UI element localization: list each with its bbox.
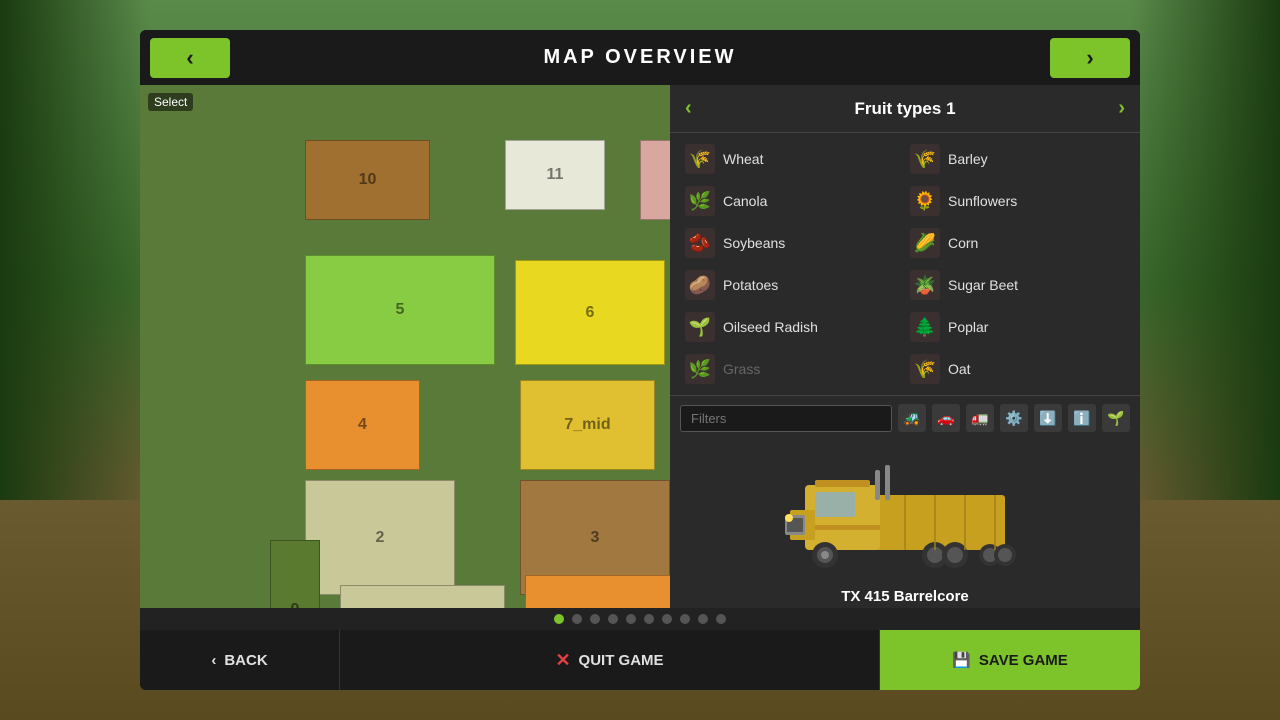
fruit-icon: 🌾 [685, 144, 715, 174]
vehicle-name: TX 415 Barrelcore [841, 588, 969, 605]
fruit-icon: 🌾 [910, 354, 940, 384]
filter-icon-tractor[interactable]: 🚜 [898, 404, 926, 432]
back-button[interactable]: ‹ BACK [140, 630, 340, 690]
fruit-item-soybeans[interactable]: 🫘 Soybeans [680, 222, 905, 264]
fruit-item-corn[interactable]: 🌽 Corn [905, 222, 1130, 264]
fruit-item-barley[interactable]: 🌾 Barley [905, 138, 1130, 180]
fruit-name: Oilseed Radish [723, 319, 818, 335]
fruit-next-button[interactable]: › [1118, 97, 1125, 120]
parcel-6[interactable]: 6 [515, 260, 665, 365]
parcel-10[interactable]: 10 [305, 140, 430, 220]
fruit-name: Oat [948, 361, 971, 377]
parcel-8[interactable]: 8 [525, 575, 670, 608]
filter-icon-truck[interactable]: 🚛 [966, 404, 994, 432]
dot-9[interactable] [716, 614, 726, 624]
fruit-name: Sunflowers [948, 193, 1017, 209]
vehicle-showcase: TX 415 Barrelcore [670, 440, 1140, 608]
parcel-7[interactable]: 7 [340, 585, 505, 608]
bg-trees-left [0, 0, 150, 500]
fruit-name: Soybeans [723, 235, 785, 251]
fruit-icon: 🥔 [685, 270, 715, 300]
parcel-9[interactable]: 9 [270, 540, 320, 608]
fruit-grid: 🌾 Wheat 🌾 Barley 🌿 Canola 🌻 Sunflowers 🫘… [670, 133, 1140, 395]
fruit-types-title: Fruit types 1 [854, 99, 955, 119]
filters-input[interactable] [680, 405, 892, 432]
dot-7[interactable] [680, 614, 690, 624]
filter-icon-download[interactable]: ⬇️ [1034, 404, 1062, 432]
content-area: Select 101114561347_mid14b2315978 ‹ Frui… [140, 85, 1140, 608]
filter-icon-info[interactable]: ℹ️ [1068, 404, 1096, 432]
fruit-icon: 🌿 [685, 354, 715, 384]
fruit-item-potatoes[interactable]: 🥔 Potatoes [680, 264, 905, 306]
fruit-icon: 🪴 [910, 270, 940, 300]
fruit-item-oat[interactable]: 🌾 Oat [905, 348, 1130, 390]
parcel-7_mid[interactable]: 7_mid [520, 380, 655, 470]
fruit-icon: 🌽 [910, 228, 940, 258]
dot-4[interactable] [626, 614, 636, 624]
dot-0[interactable] [554, 614, 564, 624]
prev-nav-button[interactable]: ‹ [150, 38, 230, 78]
title-bar: ‹ MAP OVERVIEW › [140, 30, 1140, 85]
parcel-5[interactable]: 5 [305, 255, 495, 365]
fruit-name: Sugar Beet [948, 277, 1018, 293]
bg-trees-right [1130, 0, 1280, 500]
fruit-item-poplar[interactable]: 🌲 Poplar [905, 306, 1130, 348]
filter-icon-vehicle[interactable]: 🚗 [932, 404, 960, 432]
parcel-14[interactable]: 14 [640, 140, 670, 220]
quit-x-icon: ✕ [555, 650, 570, 671]
fruit-item-grass[interactable]: 🌿 Grass [680, 348, 905, 390]
quit-button[interactable]: ✕ QUIT GAME [340, 630, 880, 690]
filter-icon-gear[interactable]: ⚙️ [1000, 404, 1028, 432]
next-nav-button[interactable]: › [1050, 38, 1130, 78]
map-section: Select 101114561347_mid14b2315978 [140, 85, 670, 608]
fruit-name: Barley [948, 151, 988, 167]
dot-8[interactable] [698, 614, 708, 624]
back-arrow-icon: ‹ [211, 652, 216, 669]
dot-3[interactable] [608, 614, 618, 624]
fruit-prev-button[interactable]: ‹ [685, 97, 692, 120]
dot-2[interactable] [590, 614, 600, 624]
vehicle-image [775, 450, 1035, 580]
fruit-icon: 🌲 [910, 312, 940, 342]
window-title: MAP OVERVIEW [543, 46, 736, 69]
dots-bar [140, 608, 1140, 630]
parcel-2[interactable]: 2 [305, 480, 455, 595]
fruit-icon: 🌱 [685, 312, 715, 342]
parcel-4[interactable]: 4 [305, 380, 420, 470]
fruit-icon: 🌾 [910, 144, 940, 174]
fruit-name: Wheat [723, 151, 763, 167]
fruit-item-sugar-beet[interactable]: 🪴 Sugar Beet [905, 264, 1130, 306]
fruit-item-oilseed-radish[interactable]: 🌱 Oilseed Radish [680, 306, 905, 348]
dot-5[interactable] [644, 614, 654, 624]
save-button[interactable]: 💾 SAVE GAME [880, 630, 1140, 690]
filter-icon-plant[interactable]: 🌱 [1102, 404, 1130, 432]
right-panel: ‹ Fruit types 1 › 🌾 Wheat 🌾 Barley 🌿 C [670, 85, 1140, 608]
map-select-label: Select [148, 93, 193, 111]
fruit-types-header: ‹ Fruit types 1 › [670, 85, 1140, 133]
fruit-name: Potatoes [723, 277, 778, 293]
main-window: ‹ MAP OVERVIEW › Select 101114561347_mid… [140, 30, 1140, 690]
fruit-icon: 🌻 [910, 186, 940, 216]
fruit-name: Poplar [948, 319, 988, 335]
parcel-11[interactable]: 11 [505, 140, 605, 210]
dot-1[interactable] [572, 614, 582, 624]
fruit-item-sunflowers[interactable]: 🌻 Sunflowers [905, 180, 1130, 222]
vehicle-svg [775, 450, 1035, 580]
filters-bar: 🚜 🚗 🚛 ⚙️ ⬇️ ℹ️ 🌱 [670, 395, 1140, 440]
bottom-bar: ‹ BACK ✕ QUIT GAME 💾 SAVE GAME [140, 630, 1140, 690]
fruit-icon: 🫘 [685, 228, 715, 258]
fruit-name: Grass [723, 361, 760, 377]
fruit-item-wheat[interactable]: 🌾 Wheat [680, 138, 905, 180]
fruit-name: Canola [723, 193, 767, 209]
fruit-icon: 🌿 [685, 186, 715, 216]
save-icon: 💾 [952, 651, 971, 669]
fruit-item-canola[interactable]: 🌿 Canola [680, 180, 905, 222]
dot-6[interactable] [662, 614, 672, 624]
fruit-name: Corn [948, 235, 978, 251]
